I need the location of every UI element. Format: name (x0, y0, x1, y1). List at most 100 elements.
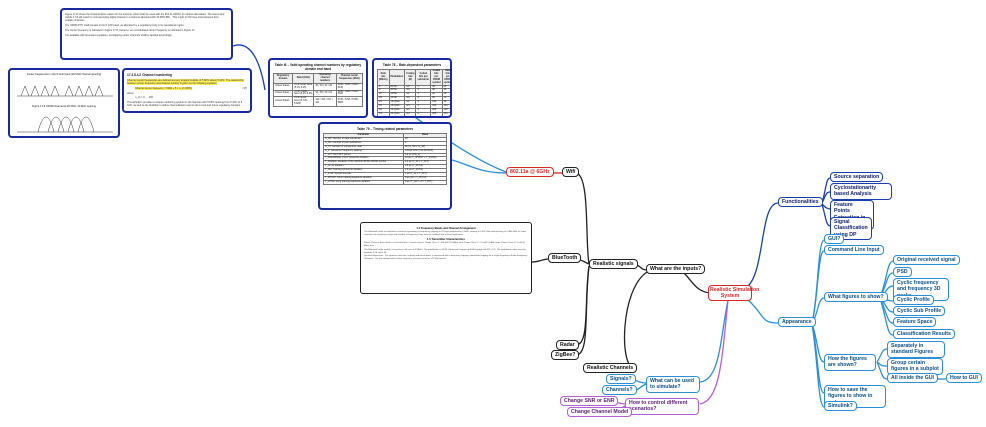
note-paragraph: The Bluetooth radio accomplishes spectru… (364, 231, 526, 236)
node-realistic-signals[interactable]: Realistic signals (589, 259, 638, 270)
node-how-to-gui[interactable]: How to GUI (946, 373, 982, 384)
doc-card-channel-numbering: 17.3.8.4.2 Channel numbering Channel cen… (122, 68, 252, 113)
table-row: T_LONG: Long training sequence duration 8… (323, 179, 448, 185)
table-cell: 5180 / 5200 / 5220 / 5240 (335, 82, 364, 91)
node-original-signal[interactable]: Original received signal (893, 255, 960, 266)
table-cell: United States (272, 82, 294, 91)
table-cell: T_LONG: Long training sequence duration (323, 179, 404, 185)
highlighted-text: Channel center frequencies are defined a… (127, 79, 244, 86)
note-title: 1.4 Frequency Bands and Channel Arrangem… (416, 227, 476, 230)
table-row: United States U-NII middle band (5.25–5.… (272, 89, 364, 98)
table-title: Table I6 – Valid operating channel numbe… (274, 63, 362, 71)
doc-paragraph: It is available with amended regulatory,… (65, 33, 173, 37)
table-cell: 54 (377, 111, 390, 116)
node-radar[interactable]: Radar (556, 340, 579, 351)
note-paragraph: Spurious Emissions: The spurious emissio… (364, 255, 528, 261)
node-psd[interactable]: PSD (893, 267, 912, 278)
equation-number: (17) (242, 86, 247, 90)
table-cell: 52 / 56 / 60 / 64 (313, 89, 337, 98)
table-title: Table 78 – Rate-dependent parameters (382, 63, 442, 67)
note-paragraph: The Bluetooth radio module is based on a… (364, 248, 526, 254)
node-separately[interactable]: Separately in standard Figures (887, 341, 945, 358)
doc-paragraph: Figure 17-8 shows the characteristics va… (65, 13, 225, 23)
node-signals-question[interactable]: Signals? (606, 374, 636, 385)
doc-card-rate-table: Table 78 – Rate-dependent parameters Dat… (372, 58, 452, 118)
table-cell: 149 / 153 / 157 / 161 (313, 96, 337, 108)
table-header: Operating channel numbers (313, 73, 337, 84)
plot-title: Figure 17-9 OFDM channel at 20 MHz, 40 M… (31, 105, 96, 108)
doc-card-regulatory-table: Table I6 – Valid operating channel numbe… (268, 58, 368, 118)
node-cyclic-profile[interactable]: Cyclic Profile (893, 295, 934, 306)
doc-paragraph: where (127, 91, 134, 95)
table-header: Regulatory domain (272, 73, 294, 84)
node-zigbee[interactable]: ZigBee? (551, 350, 580, 361)
doc-paragraph: The center frequency is indicated in Fig… (65, 28, 196, 32)
table-cell: U-NII lower band (5.15–5.25) (292, 82, 315, 91)
table-cell: 64-QAM (388, 111, 406, 116)
node-control-scenarios[interactable]: How to control different scenarios? (625, 398, 699, 415)
spectrum-plot-upper (17, 85, 113, 97)
node-source-separation[interactable]: Source separation (830, 172, 884, 183)
node-gui[interactable]: GUI? (824, 234, 845, 245)
table-cell: 36 / 40 / 44 / 48 (313, 82, 337, 91)
table-header: Coded bits per OFDM symbol (430, 69, 443, 86)
note-title: 1.5 Transmitter Characteristics (427, 237, 465, 241)
node-wifi-standard[interactable]: 802.11a @ 6GHz (506, 167, 554, 178)
table-cell: 6 (415, 111, 432, 116)
table-header: Band (GHz) (292, 73, 315, 84)
node-bluetooth[interactable]: BlueTooth (548, 253, 582, 264)
doc-paragraph: The OFDM PHY shall operate in the 5 GHz … (65, 24, 185, 28)
doc-card-spectrum-plots: Center frequencies in the 5 GHz band (20… (8, 68, 120, 138)
equation-text: Channel center frequency = 5000 + 5 × n_… (135, 86, 193, 90)
table-header: Data bits per OFDM symbol (441, 69, 452, 86)
table-header: Coded bits per subcarrier (415, 69, 432, 86)
node-cyclic-sub-profile[interactable]: Cyclic Sub Profile (893, 306, 946, 317)
root-node-realistic-simulation-system[interactable]: Realistic Simulation System (708, 285, 759, 301)
node-appearance[interactable]: Appearance (778, 317, 816, 328)
node-wifi[interactable]: Wifi (562, 167, 580, 178)
node-feature-space[interactable]: Feature Space (893, 317, 937, 328)
note-paragraph: Power Classes: Each device is classified… (364, 241, 525, 247)
node-realistic-channels[interactable]: Realistic Channels (583, 363, 638, 374)
table-cell: 5745 / 5765 / 5785 / 5805 (335, 96, 364, 108)
table-row: United States U-NII lower band (5.15–5.2… (272, 82, 364, 91)
node-simulink[interactable]: Simulink? (824, 401, 857, 412)
table-row: 54 64-QAM 3/4 6 288 216 (377, 111, 450, 116)
equation: n_ch = 0, ... 200 (135, 96, 153, 100)
root-line-2: System (720, 293, 740, 299)
node-change-snr[interactable]: Change SNR or ENR (560, 396, 619, 407)
node-command-line-input[interactable]: Command Line Input (824, 245, 884, 256)
table-header: Modulation (388, 69, 406, 86)
doc-paragraph: This definition provides a unique number… (127, 101, 243, 108)
table-cell: 8 μs (T_GI2 + 2 × T_FFT) (402, 179, 448, 185)
timing-table: Parameter Value N_SD: Number of data sub… (323, 133, 448, 185)
spectrum-plot-lower (17, 116, 113, 133)
node-change-channel-model[interactable]: Change Channel Model (567, 407, 633, 418)
table-cell: 216 (441, 111, 450, 116)
table-title: Table 79 – Timing-related parameters (356, 127, 414, 131)
table-cell: 3/4 (404, 111, 417, 116)
table-cell: United States (272, 89, 294, 98)
table-cell: U-NII upper band (5.725–5.825) (292, 96, 315, 108)
node-classification-results[interactable]: Classification Results (893, 329, 955, 340)
section-title: 17.3.8.4.2 Channel numbering (127, 73, 247, 77)
table-cell: United States (272, 96, 294, 108)
regulatory-table: Regulatory domain Band (GHz) Operating c… (272, 73, 364, 108)
node-how-shown[interactable]: How the figures are shown? (824, 354, 876, 371)
doc-card-timing-table: Table 79 – Timing-related parameters Par… (318, 122, 452, 210)
node-what-figures[interactable]: What figures to show? (824, 292, 888, 303)
bluetooth-spec-note: 1.4 Frequency Bands and Channel Arrangem… (360, 222, 532, 294)
node-what-simulate[interactable]: What can be used to simulate? (646, 376, 700, 393)
node-all-inside-gui[interactable]: All inside the GUI (887, 373, 938, 384)
equation: Channel center frequency = 5000 + 5 × n_… (127, 86, 247, 90)
rate-table: Data rate (Mbit/s) Modulation Coding rat… (377, 69, 452, 116)
node-inputs[interactable]: What are the inputs? (646, 264, 706, 275)
node-channels-question[interactable]: Channels? (602, 385, 637, 396)
table-header: Channel center frequencies (MHz) (335, 73, 364, 84)
table-cell: 5260 / 5280 / 5300 / 5320 (335, 89, 364, 98)
doc-card-spectral-text: Figure 17-8 shows the characteristics va… (60, 8, 233, 60)
node-cyclostationarity[interactable]: Cyclostationarity based Analysis (830, 183, 892, 200)
doc-paragraph: Channel center frequencies are defined a… (127, 79, 247, 86)
node-functionalities[interactable]: Functionalities (778, 197, 823, 208)
table-cell: 288 (430, 111, 443, 116)
